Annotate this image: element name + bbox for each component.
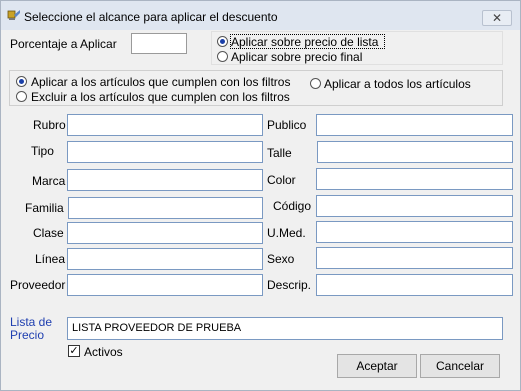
porcentaje-input[interactable] [131, 33, 187, 54]
umed-input[interactable] [316, 221, 513, 243]
sexo-label: Sexo [267, 252, 295, 266]
clase-input[interactable] [67, 222, 263, 244]
umed-label: U.Med. [267, 226, 306, 240]
lista-precio-value: LISTA PROVEEDOR DE PRUEBA [72, 322, 242, 334]
excluir-radio[interactable] [16, 91, 27, 102]
linea-input[interactable] [67, 248, 263, 270]
precio-final-label[interactable]: Aplicar sobre precio final [231, 50, 362, 64]
codigo-label: Código [273, 199, 312, 213]
close-icon: ✕ [491, 11, 503, 25]
marca-input[interactable] [67, 169, 263, 191]
familia-input[interactable] [68, 197, 263, 219]
talle-label: Talle [267, 146, 292, 160]
todos-label[interactable]: Aplicar a todos los artículos [324, 77, 471, 91]
familia-label: Familia [25, 201, 64, 215]
proveedor-label: Proveedor [10, 278, 66, 292]
marca-label: Marca [32, 174, 66, 188]
color-label: Color [267, 173, 296, 187]
codigo-input[interactable] [316, 195, 513, 217]
precio-lista-radio[interactable] [217, 36, 228, 47]
cumplen-radio[interactable] [16, 76, 27, 87]
publico-label: Publico [267, 118, 307, 132]
tipo-input[interactable] [67, 141, 263, 163]
clase-label: Clase [33, 226, 64, 240]
window-title: Seleccione el alcance para aplicar el de… [24, 10, 278, 24]
precio-final-radio[interactable] [217, 51, 228, 62]
check-icon: ✓ [69, 345, 79, 357]
tipo-label: Tipo [31, 144, 54, 158]
excluir-label[interactable]: Excluir a los artículos que cumplen con … [31, 90, 290, 104]
proveedor-input[interactable] [67, 274, 263, 296]
activos-label[interactable]: Activos [84, 345, 123, 359]
lista-label-line2: Precio [10, 328, 45, 342]
lista-label-line1: Lista de [10, 315, 53, 329]
title-bar: Seleccione el alcance para aplicar el de… [1, 1, 520, 30]
porcentaje-label: Porcentaje a Aplicar [10, 37, 117, 51]
descrip-input[interactable] [316, 274, 513, 296]
cancelar-button[interactable]: Cancelar [420, 354, 500, 378]
color-input[interactable] [316, 168, 513, 190]
rubro-label: Rubro [33, 118, 66, 132]
talle-input[interactable] [317, 141, 513, 163]
descrip-label: Descrip. [267, 278, 312, 292]
precio-lista-label[interactable]: Aplicar sobre precio de lista [231, 35, 378, 49]
linea-label: Línea [35, 252, 66, 266]
rubro-input[interactable] [67, 114, 263, 136]
activos-checkbox[interactable]: ✓ [68, 345, 80, 357]
todos-radio[interactable] [310, 78, 321, 89]
app-icon [7, 10, 20, 20]
dialog-window: Seleccione el alcance para aplicar el de… [0, 0, 521, 391]
publico-input[interactable] [316, 114, 513, 136]
lista-precio-input[interactable]: LISTA PROVEEDOR DE PRUEBA [67, 317, 503, 340]
cumplen-label[interactable]: Aplicar a los artículos que cumplen con … [31, 75, 290, 89]
aceptar-button[interactable]: Aceptar [337, 354, 417, 378]
close-button[interactable]: ✕ [482, 10, 512, 26]
sexo-input[interactable] [316, 247, 513, 269]
